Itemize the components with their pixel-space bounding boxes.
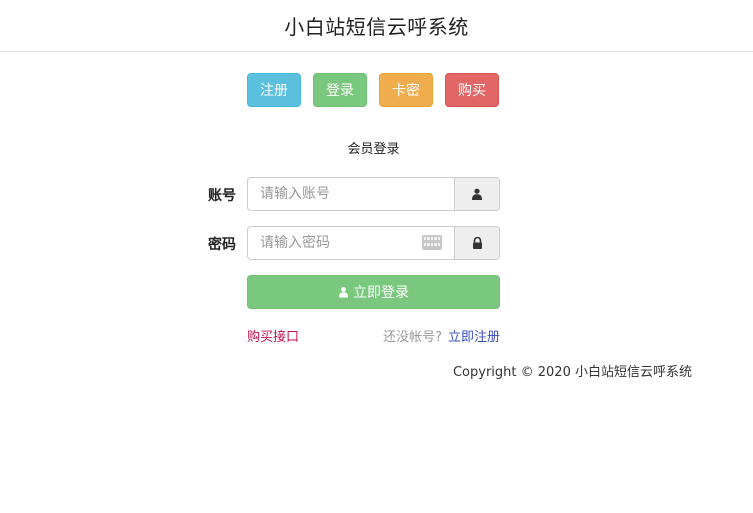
account-input[interactable] <box>247 177 454 211</box>
buy-api-link[interactable]: 购买接口 <box>247 326 299 345</box>
register-now-link[interactable]: 立即注册 <box>448 326 500 345</box>
lock-icon <box>472 237 482 249</box>
login-tab-button[interactable]: 登录 <box>313 73 367 107</box>
card-key-button[interactable]: 卡密 <box>379 73 433 107</box>
no-account-text: 还没帐号? <box>383 330 442 345</box>
password-label: 密码 <box>208 237 236 253</box>
user-icon <box>338 287 349 298</box>
form-title: 会员登录 <box>347 142 400 157</box>
user-icon <box>472 188 482 200</box>
keyboard-icon[interactable] <box>422 235 442 250</box>
account-addon <box>454 177 500 211</box>
page-header: 小白站短信云呼系统 <box>0 0 753 52</box>
page-title: 小白站短信云呼系统 <box>284 15 469 39</box>
register-prompt: 还没帐号? 立即注册 <box>383 326 500 345</box>
password-input-group <box>247 226 500 260</box>
account-input-group <box>247 177 500 211</box>
login-submit-button[interactable]: 立即登录 <box>247 275 500 309</box>
copyright: Copyright © 2020 小白站短信云呼系统 <box>452 365 692 380</box>
account-label: 账号 <box>208 188 236 204</box>
login-submit-label: 立即登录 <box>353 285 409 301</box>
password-addon <box>454 226 500 260</box>
register-button[interactable]: 注册 <box>247 73 301 107</box>
buy-button[interactable]: 购买 <box>445 73 499 107</box>
